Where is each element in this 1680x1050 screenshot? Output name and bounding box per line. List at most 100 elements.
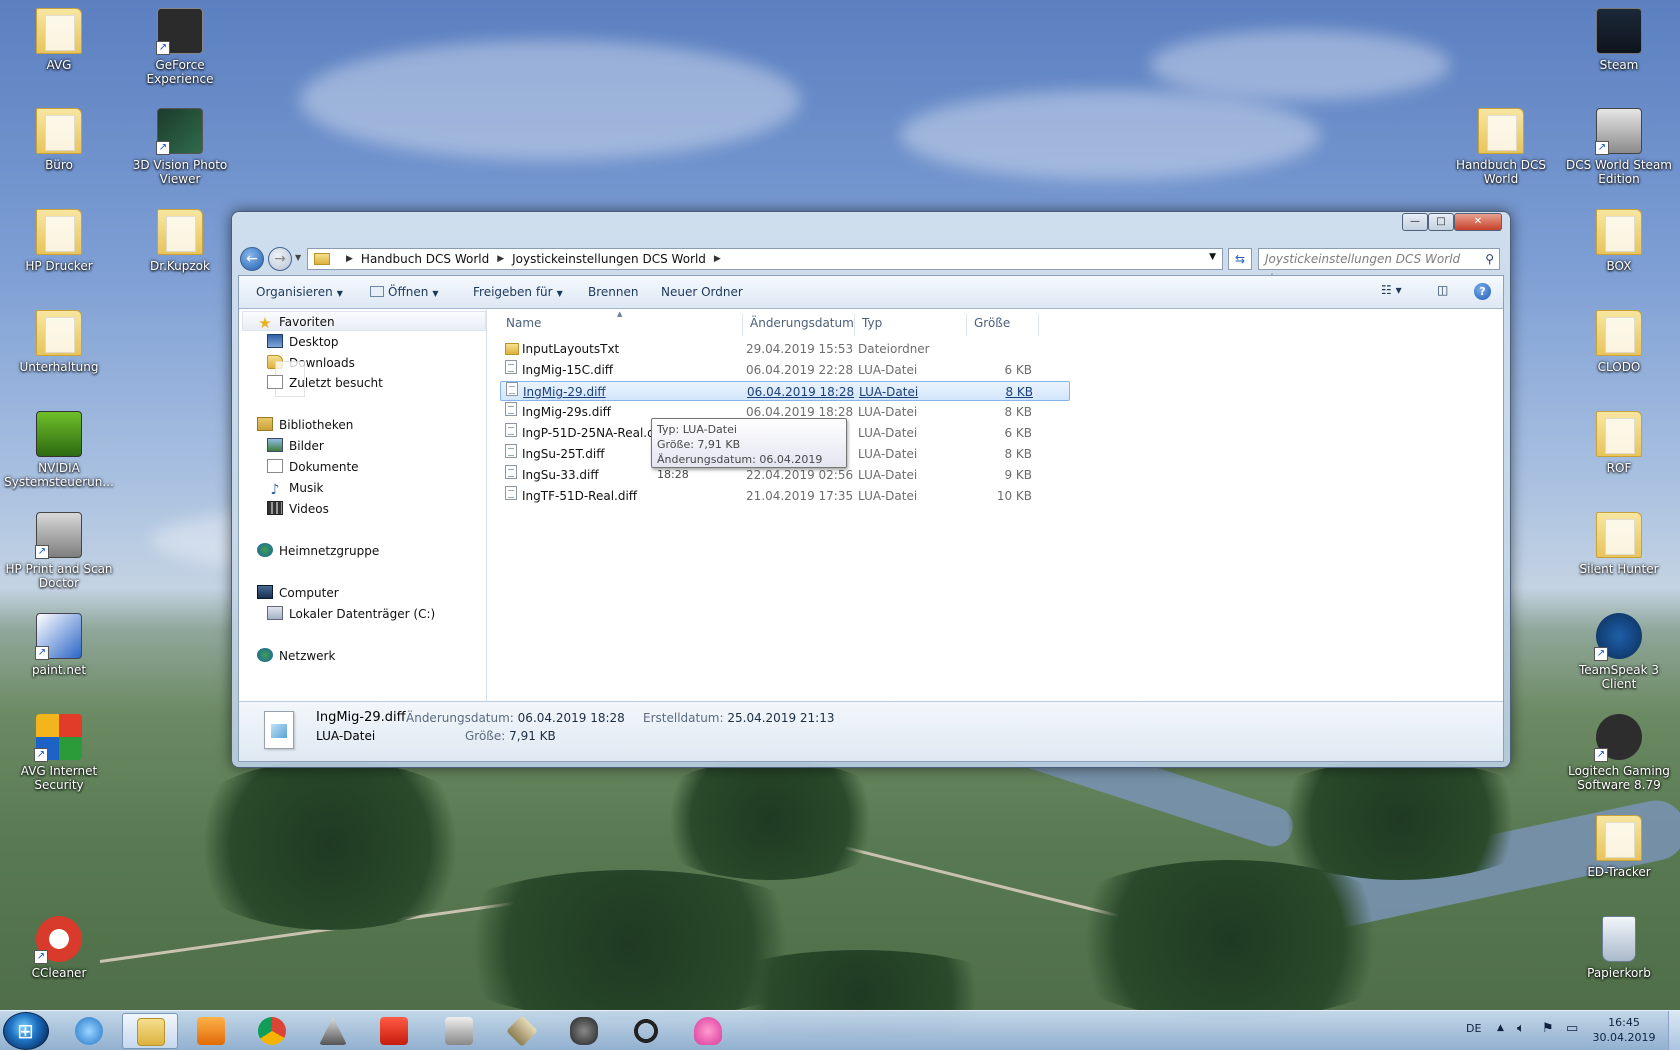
nav-desktop[interactable]: Desktop: [267, 334, 339, 350]
refresh-button[interactable]: ⇆: [1228, 248, 1252, 270]
open-button[interactable]: Öffnen ▼: [370, 285, 438, 299]
nav-documents[interactable]: Dokumente: [267, 459, 359, 475]
lua-file-icon: [505, 360, 517, 374]
details-filetype: LUA-Datei: [316, 729, 376, 743]
clock[interactable]: 16:45 30.04.2019: [1592, 1015, 1656, 1045]
nav-local-disk[interactable]: Lokaler Datenträger (C:): [267, 606, 435, 622]
desktop-icon-dcs[interactable]: ↗ DCS World Steam Edition: [1563, 108, 1675, 186]
taskbar-octopus[interactable]: [680, 1013, 736, 1049]
breadcrumb-joystick[interactable]: Joystickeinstellungen DCS World: [512, 252, 706, 266]
breadcrumb-handbuch[interactable]: Handbuch DCS World: [361, 252, 489, 266]
file-tooltip: Typ: LUA-Datei Größe: 7,91 KB Änderungsd…: [651, 418, 847, 481]
nav-pictures[interactable]: Bilder: [267, 438, 324, 454]
search-input[interactable]: Joystickeinstellungen DCS World durc... …: [1258, 248, 1500, 286]
column-header-size[interactable]: Größe: [974, 316, 1010, 330]
taskbar-media-player[interactable]: [183, 1013, 239, 1049]
desktop-icon-avg-security[interactable]: ↗ AVG Internet Security: [3, 714, 115, 792]
desktop-icon-geforce[interactable]: ↗ GeForce Experience: [124, 8, 236, 86]
desktop-icon-clodo[interactable]: CLODO: [1563, 310, 1675, 374]
preview-pane-icon[interactable]: ◫: [1437, 283, 1448, 297]
taskbar-internet-explorer[interactable]: [61, 1013, 117, 1049]
desktop-icon-silent-hunter[interactable]: Silent Hunter: [1563, 512, 1675, 576]
chevron-right-icon[interactable]: ▶: [497, 254, 504, 264]
desktop-icon-recycle-bin[interactable]: Papierkorb: [1563, 916, 1675, 980]
taskbar-avg[interactable]: [366, 1013, 422, 1049]
show-desktop-button[interactable]: [1668, 1011, 1680, 1050]
nav-music[interactable]: ♪ Musik: [267, 480, 324, 497]
file-row[interactable]: InputLayoutsTxt 29.04.2019 15:53 Dateiordn…: [500, 339, 1070, 359]
desktop-icon-3dvision[interactable]: ↗ 3D Vision Photo Viewer: [124, 108, 236, 186]
address-dropdown-icon[interactable]: ▼: [1209, 252, 1216, 262]
taskbar-dcs[interactable]: [305, 1013, 361, 1049]
taskbar-pwcg[interactable]: [431, 1013, 487, 1049]
taskbar-windows-explorer[interactable]: [122, 1013, 178, 1049]
desktop-icon-unterhaltung[interactable]: Unterhaltung: [3, 310, 115, 374]
chevron-right-icon[interactable]: ▶: [714, 254, 721, 264]
file-row[interactable]: IngTF-51D-Real.diff 21.04.2019 17:35 LUA-D…: [500, 486, 1070, 506]
taskbar-chrome[interactable]: [244, 1013, 300, 1049]
recent-pages-dropdown-icon[interactable]: ▼: [295, 253, 301, 262]
file-row-selected[interactable]: IngMig-29.diff 06.04.2019 18:28 LUA-Datei 8…: [500, 381, 1070, 401]
taskbar-logitech[interactable]: [618, 1013, 674, 1049]
desktop-icon-rof[interactable]: ROF: [1563, 411, 1675, 475]
desktop-icon-nvidia[interactable]: NVIDIA Systemsteuerun...: [3, 411, 115, 489]
desktop-icon-teamspeak[interactable]: ↗ TeamSpeak 3 Client: [1563, 613, 1675, 691]
volume-icon[interactable]: 🔈︎: [1517, 1021, 1525, 1036]
taskbar-alien[interactable]: [556, 1013, 612, 1049]
desktop-icon-buero[interactable]: Büro: [3, 108, 115, 172]
details-modified: Änderungsdatum: 06.04.2019 18:28: [406, 711, 625, 725]
minimize-button[interactable]: —: [1402, 213, 1428, 231]
desktop-icon-hp-scan[interactable]: ↗ HP Print and Scan Doctor: [3, 512, 115, 590]
column-divider[interactable]: [966, 314, 967, 336]
search-icon[interactable]: ⚲: [1485, 249, 1494, 269]
flag-icon[interactable]: ⚑: [1542, 1021, 1554, 1036]
share-button[interactable]: Freigeben für ▼: [473, 285, 563, 299]
desktop-icon-paintnet[interactable]: ↗ paint.net: [3, 613, 115, 677]
back-button[interactable]: ←: [240, 247, 264, 271]
nav-network[interactable]: Netzwerk: [257, 648, 335, 664]
address-bar[interactable]: ▶ Handbuch DCS World ▶ Joystickeinstellu…: [307, 248, 1223, 270]
nav-libraries[interactable]: Bibliotheken: [257, 417, 353, 433]
forward-button[interactable]: →: [268, 247, 292, 271]
column-divider[interactable]: [1038, 314, 1039, 336]
close-button[interactable]: ✕: [1454, 213, 1502, 231]
help-button[interactable]: ?: [1474, 283, 1491, 300]
desktop-icon-drkupzok[interactable]: Dr.Kupzok: [124, 209, 236, 273]
new-folder-button[interactable]: Neuer Ordner: [661, 285, 743, 299]
chevron-right-icon[interactable]: ▶: [346, 254, 353, 264]
nav-computer[interactable]: Computer: [257, 585, 339, 601]
nav-favorites[interactable]: ★ Favoriten: [257, 314, 334, 331]
desktop-icon-ccleaner[interactable]: ↗ CCleaner: [3, 916, 115, 980]
network-tray-icon[interactable]: ▭: [1566, 1021, 1578, 1036]
column-header-date[interactable]: Änderungsdatum: [750, 316, 854, 330]
column-divider[interactable]: [854, 314, 855, 336]
nav-homegroup[interactable]: Heimnetzgruppe: [257, 543, 379, 559]
file-row[interactable]: IngMig-15C.diff 06.04.2019 22:28 LUA-Datei…: [500, 360, 1070, 380]
nav-videos[interactable]: Videos: [267, 501, 329, 517]
show-hidden-icons[interactable]: ▲: [1497, 1023, 1504, 1033]
desktop-icon-handbuch[interactable]: Handbuch DCS World: [1444, 108, 1558, 186]
forest: [1250, 760, 1550, 880]
taskbar-rof[interactable]: [494, 1013, 550, 1049]
desktop-icon-steam[interactable]: Steam: [1563, 8, 1675, 72]
language-indicator[interactable]: DE: [1466, 1022, 1481, 1035]
start-button[interactable]: [3, 1012, 49, 1050]
organize-button[interactable]: Organisieren ▼: [256, 285, 343, 299]
nav-downloads[interactable]: Downloads: [267, 355, 355, 371]
alien-head-icon: [570, 1017, 598, 1045]
maximize-button[interactable]: □: [1428, 213, 1454, 231]
lua-file-icon: [505, 444, 517, 458]
desktop-icon-box[interactable]: BOX: [1563, 209, 1675, 273]
burn-button[interactable]: Brennen: [588, 285, 638, 299]
column-divider[interactable]: [742, 314, 743, 336]
column-header-name[interactable]: Name: [506, 316, 541, 330]
desktop-icon-ed-tracker[interactable]: ED-Tracker: [1563, 815, 1675, 879]
desktop-icon-logitech[interactable]: ↗ Logitech Gaming Software 8.79: [1563, 714, 1675, 792]
desktop-icon-avg[interactable]: AVG: [3, 8, 115, 72]
column-header-type[interactable]: Typ: [862, 316, 882, 330]
view-options-icon[interactable]: ☷ ▾: [1381, 283, 1402, 297]
shortcut-arrow-icon: ↗: [34, 748, 48, 762]
desktop-icon-hp-drucker[interactable]: HP Drucker: [3, 209, 115, 273]
forest: [640, 760, 900, 880]
nav-recent[interactable]: Zuletzt besucht: [267, 375, 383, 391]
